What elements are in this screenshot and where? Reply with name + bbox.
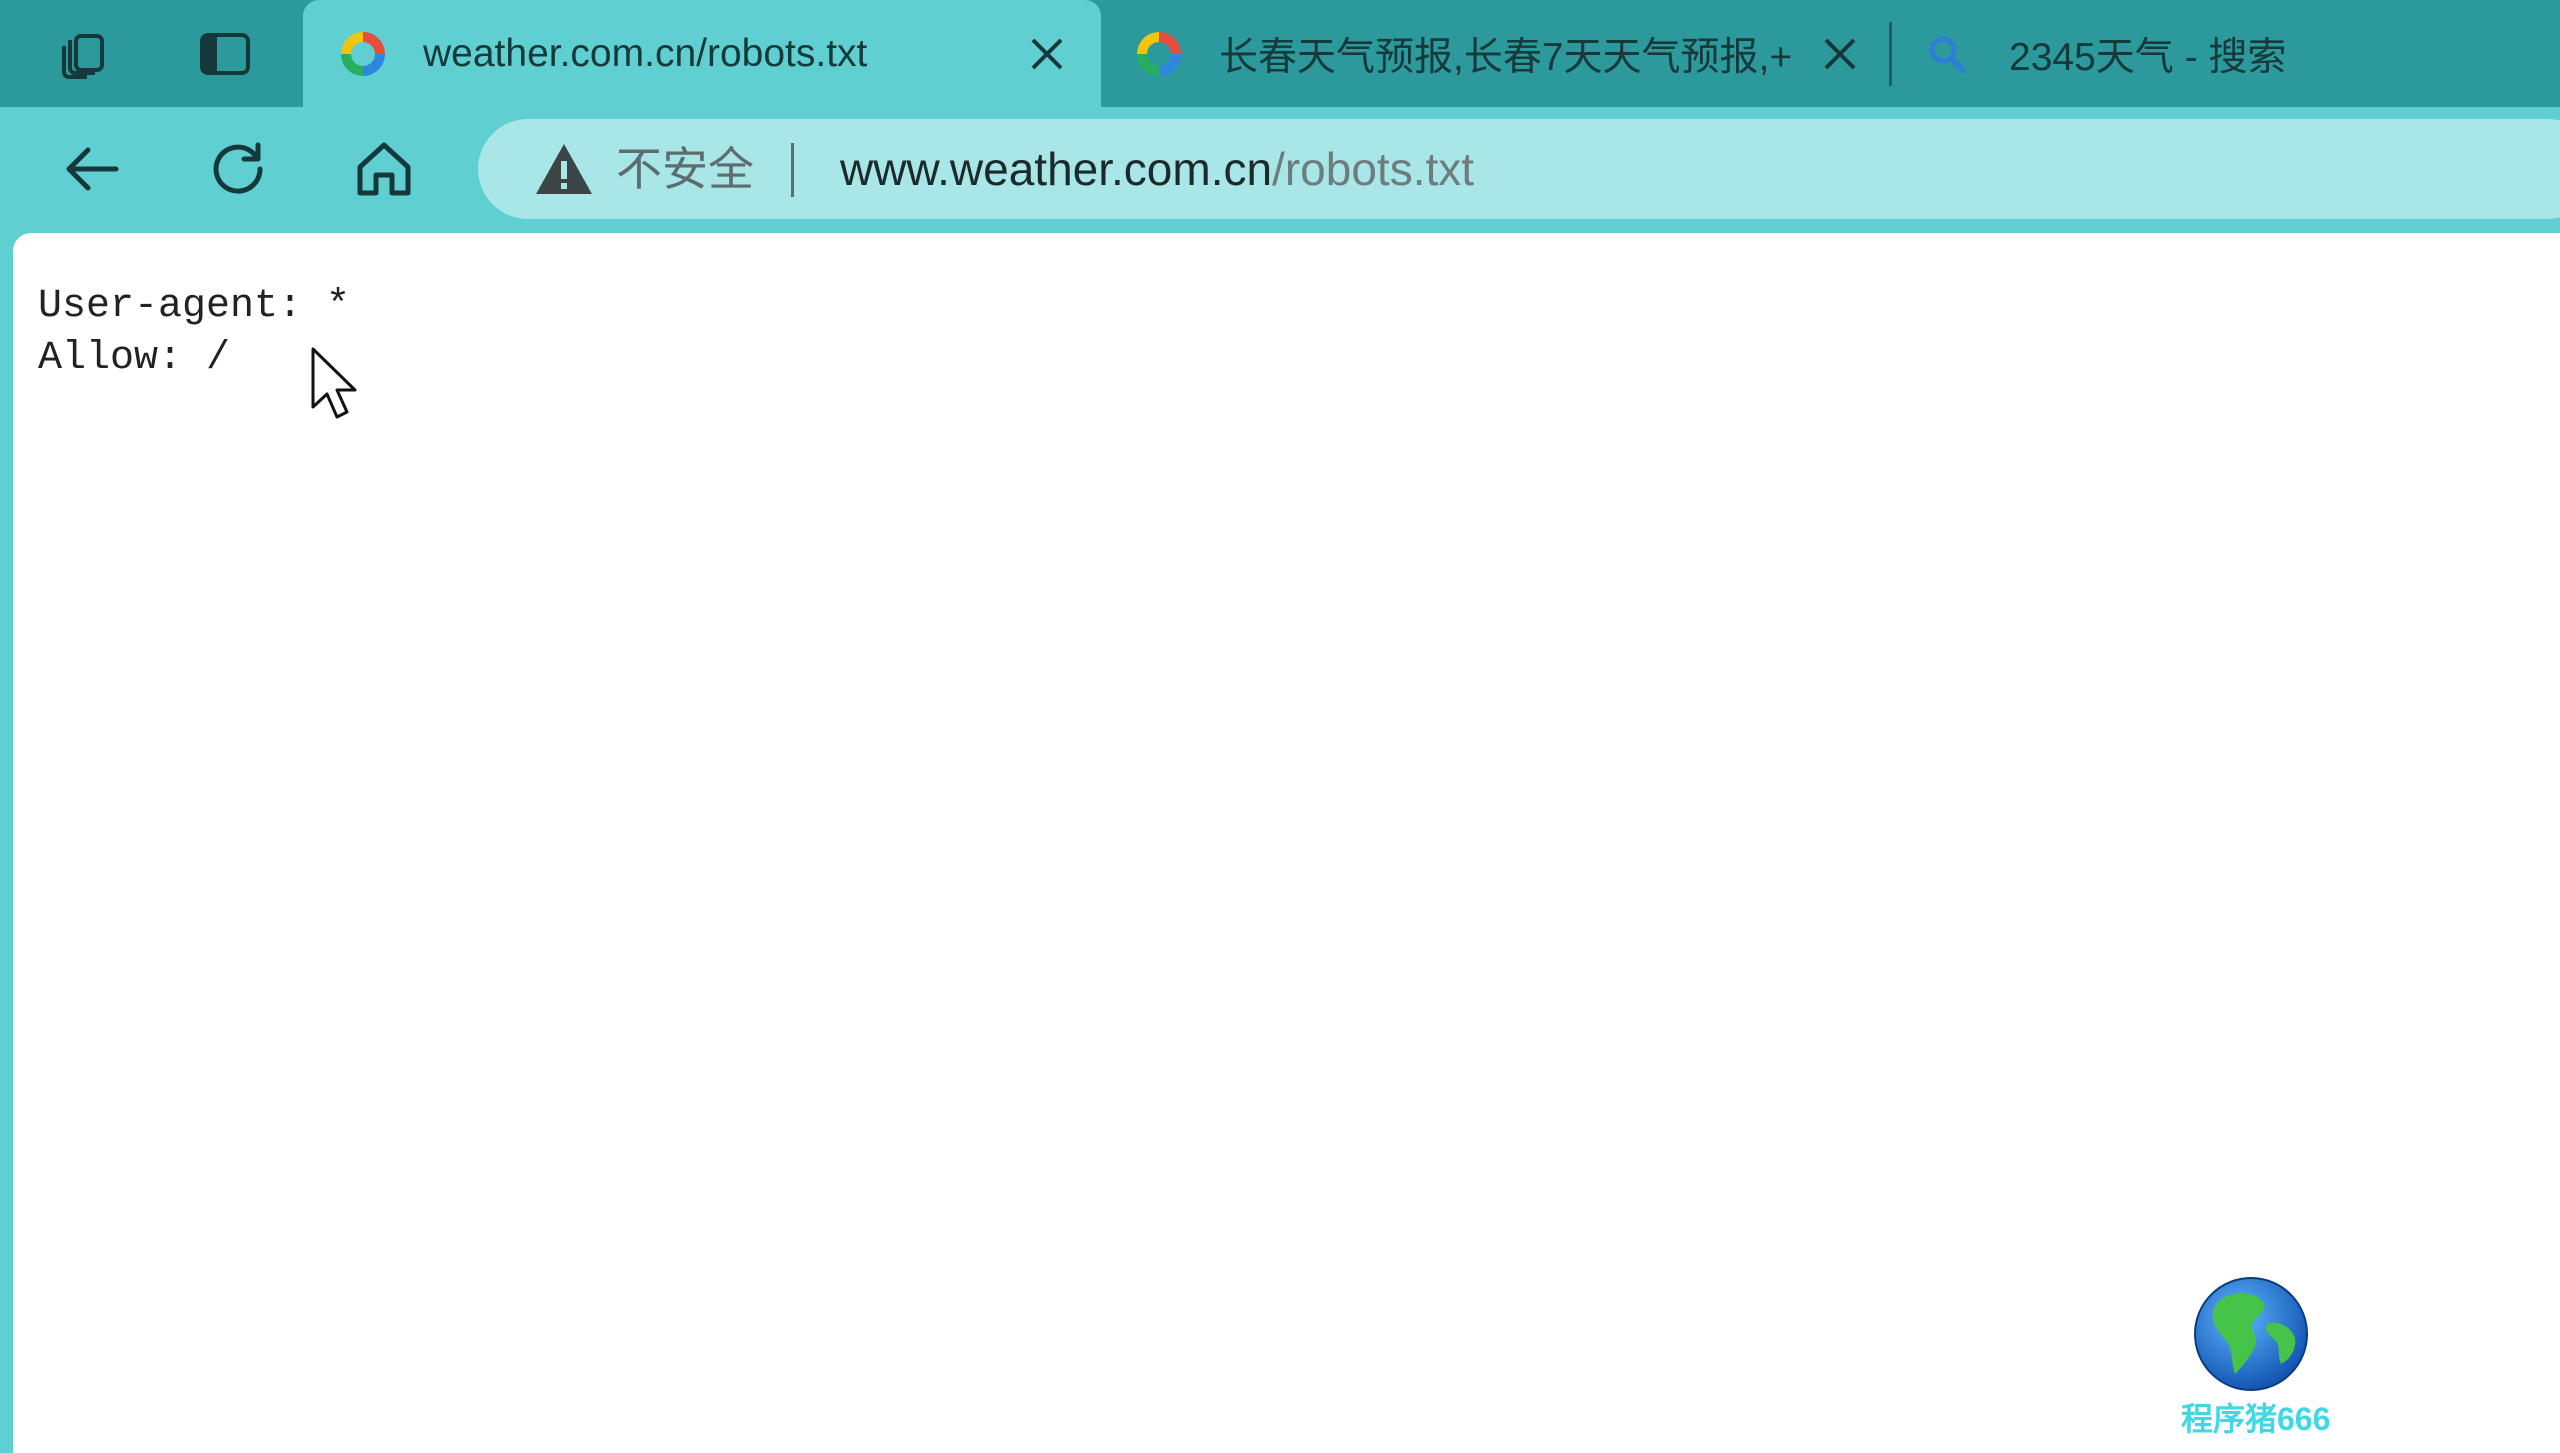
workspaces-button[interactable] (52, 22, 116, 86)
tab-title: 2345天气 - 搜索 (2009, 35, 2287, 79)
address-bar[interactable]: 不安全 www.weather.com.cn/robots.txt (478, 119, 2560, 219)
vertical-tabs-button[interactable] (193, 22, 257, 86)
watermark: 程序猪666 (2181, 1276, 2331, 1440)
url-text[interactable]: www.weather.com.cn/robots.txt (840, 141, 1474, 197)
home-button[interactable] (346, 131, 422, 207)
close-icon (1031, 38, 1063, 70)
address-divider (791, 143, 794, 197)
tab-title: weather.com.cn/robots.txt (423, 31, 868, 75)
mouse-cursor-icon (311, 347, 357, 419)
sidebar-panel-icon (200, 33, 250, 75)
reload-button[interactable] (200, 131, 276, 207)
robots-txt-text: User-agent: * Allow: / (38, 284, 351, 381)
navigation-toolbar: 不安全 www.weather.com.cn/robots.txt (0, 107, 2560, 230)
tab-changchun-weather[interactable]: 长春天气预报,长春7天天气预报,+ (1101, 0, 1887, 107)
home-icon (357, 142, 411, 196)
browser-favicon-icon (341, 31, 385, 76)
tab-2345-search[interactable]: 2345天气 - 搜索 (1895, 0, 2415, 107)
url-host: www.weather.com.cn (840, 143, 1273, 195)
url-path: /robots.txt (1272, 143, 1475, 195)
tab-title: 长春天气预报,长春7天天气预报,+ (1219, 35, 1793, 79)
workspaces-icon (62, 34, 104, 79)
reload-icon (213, 142, 263, 194)
tab-separator (1889, 22, 1892, 86)
tab-weather-robots[interactable]: weather.com.cn/robots.txt (303, 0, 1101, 107)
watermark-label: 程序猪666 (2181, 1401, 2331, 1437)
tab-strip: weather.com.cn/robots.txt 长春天气预报,长春7天天气预… (0, 0, 2560, 107)
tab-close-button[interactable] (1818, 32, 1862, 76)
globe-logo-icon (2194, 1277, 2308, 1391)
back-arrow-icon (66, 147, 119, 191)
security-status-label[interactable]: 不安全 (616, 141, 754, 197)
tab-close-button[interactable] (1025, 32, 1069, 76)
close-icon (1824, 38, 1856, 70)
search-icon (1929, 36, 1966, 73)
browser-favicon-icon (1137, 31, 1181, 76)
warning-icon (536, 144, 592, 194)
back-button[interactable] (54, 131, 130, 207)
page-content: User-agent: * Allow: / 程序猪666 (13, 233, 2560, 1453)
